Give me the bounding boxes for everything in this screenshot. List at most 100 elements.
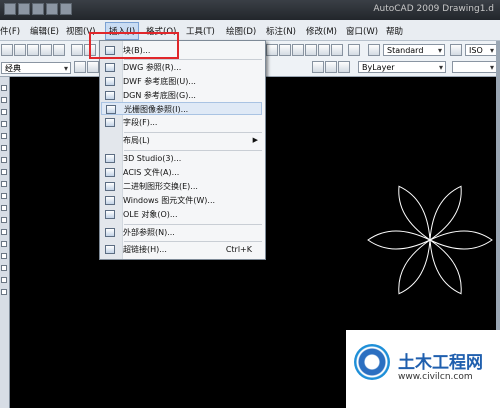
raster-image-icon [106,105,116,114]
save-icon[interactable] [27,44,39,56]
copy-icon[interactable] [84,44,96,56]
quickcalc-icon[interactable] [331,44,343,56]
text-style-icon[interactable] [368,44,380,56]
markup-icon[interactable] [318,44,330,56]
workspace-select[interactable]: 经典 [1,62,71,74]
open-icon[interactable] [32,3,44,15]
menu-separator [124,59,262,60]
insert-menu-block[interactable]: 块(B)... [101,44,262,57]
menu-draw[interactable]: 绘图(D) [226,25,256,37]
menu-separator [124,241,262,242]
3d-studio-icon [105,154,115,163]
insert-menu-layout[interactable]: 布局(L) ▶ [101,134,262,147]
menu-help[interactable]: 帮助 [386,25,403,37]
design-center-icon[interactable] [279,44,291,56]
field-icon [105,118,115,127]
spline-icon[interactable] [1,181,7,187]
open-icon[interactable] [14,44,26,56]
color-control-select[interactable]: ByLayer [358,61,446,73]
new-icon[interactable] [1,44,13,56]
layer-state-icon[interactable] [312,61,324,73]
menu-bar: 件(F) 编辑(E) 视图(V) 插入(I) 格式(O) 工具(T) 绘图(D)… [0,20,500,41]
tool-palettes-icon[interactable] [292,44,304,56]
petal [428,230,493,250]
menu-file[interactable]: 件(F) [0,25,20,37]
layer-properties-icon[interactable] [87,61,99,73]
menu-dimension[interactable]: 标注(N) [266,25,296,37]
menu-separator [124,132,262,133]
menu-modify[interactable]: 修改(M) [306,25,337,37]
insert-menu-xref[interactable]: 外部参照(N)... [101,226,262,239]
point-icon[interactable] [1,229,7,235]
insert-menu-acis[interactable]: ACIS 文件(A)... [101,166,262,179]
insert-menu-dgn-underlay[interactable]: DGN 参考底图(G)... [101,89,262,102]
menu-separator [124,224,262,225]
watermark-logo-icon [354,344,390,380]
insert-block-icon[interactable] [1,205,7,211]
layer-match-icon[interactable] [338,61,350,73]
insert-menu-dwg-reference[interactable]: DWG 参照(R)... [101,61,262,74]
cut-icon[interactable] [71,44,83,56]
block-icon [105,46,115,55]
watermark-name: 土木工程网 [398,353,483,373]
help-icon[interactable] [348,44,360,56]
title-bar: AutoCAD 2009 Drawing1.d [0,0,500,20]
settings-icon[interactable] [74,61,86,73]
layer-previous-icon[interactable] [325,61,337,73]
mtext-icon[interactable] [1,289,7,295]
app-icon[interactable] [4,3,16,15]
ellipse-icon[interactable] [1,193,7,199]
region-icon[interactable] [1,265,7,271]
watermark: 土木工程网 www.civilcn.com [346,330,500,408]
draw-toolbar [0,77,10,408]
menu-insert[interactable]: 插入(I) [105,22,140,40]
insert-menu-dwf-underlay[interactable]: DWF 参考底图(U)... [101,75,262,88]
menu-window[interactable]: 窗口(W) [346,25,378,37]
acis-icon [105,168,115,177]
undo-icon[interactable] [60,3,72,15]
dgn-underlay-icon [105,91,115,100]
dwg-reference-icon [105,63,115,72]
binary-exchange-icon [105,182,115,191]
insert-menu-raster-image[interactable]: 光栅图像参照(I)... [101,102,262,115]
menu-format[interactable]: 格式(O) [146,25,176,37]
table-icon[interactable] [1,277,7,283]
menu-view[interactable]: 视图(V) [66,25,95,37]
flower-drawing [367,185,493,295]
dim-style-select[interactable]: ISO [465,44,497,56]
hatch-icon[interactable] [1,241,7,247]
insert-menu-3d-studio[interactable]: 3D Studio(3)... [101,152,262,165]
polyline-icon[interactable] [1,109,7,115]
polygon-icon[interactable] [1,121,7,127]
properties-icon[interactable] [266,44,278,56]
insert-menu-field[interactable]: 字段(F)... [101,116,262,129]
circle-icon[interactable] [1,157,7,163]
insert-menu: 块(B)... DWG 参照(R)... DWF 参考底图(U)... DGN … [99,40,266,260]
menu-separator [124,150,262,151]
menu-edit[interactable]: 编辑(E) [30,25,59,37]
new-icon[interactable] [18,3,30,15]
linetype-control-select[interactable] [452,61,497,73]
revcloud-icon[interactable] [1,169,7,175]
dwf-underlay-icon [105,77,115,86]
print-icon[interactable] [40,44,52,56]
rectangle-icon[interactable] [1,133,7,139]
menu-tools[interactable]: 工具(T) [186,25,215,37]
arc-icon[interactable] [1,145,7,151]
submenu-arrow-icon: ▶ [252,136,258,144]
window-title: AutoCAD 2009 Drawing1.d [373,4,494,14]
insert-menu-hyperlink[interactable]: 超链接(H)... Ctrl+K [101,243,262,256]
xline-icon[interactable] [1,97,7,103]
make-block-icon[interactable] [1,217,7,223]
save-icon[interactable] [46,3,58,15]
insert-menu-binary-exchange[interactable]: 二进制图形交换(E)... [101,180,262,193]
text-style-select[interactable]: Standard [383,44,445,56]
insert-menu-windows-metafile[interactable]: Windows 图元文件(W)... [101,194,262,207]
petal [367,230,432,250]
gradient-icon[interactable] [1,253,7,259]
sheet-set-icon[interactable] [305,44,317,56]
line-icon[interactable] [1,85,7,91]
plot-preview-icon[interactable] [53,44,65,56]
insert-menu-ole-object[interactable]: OLE 对象(O)... [101,208,262,221]
dim-style-icon[interactable] [450,44,462,56]
